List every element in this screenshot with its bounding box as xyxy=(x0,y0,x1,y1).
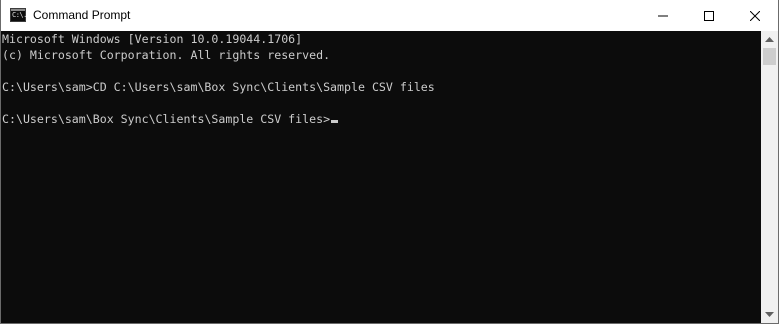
prompt-line[interactable]: C:\Users\sam\Box Sync\Clients\Sample CSV… xyxy=(2,111,339,127)
minimize-icon xyxy=(658,15,668,16)
cmd-icon-glyph: C:\. xyxy=(12,11,27,19)
maximize-button[interactable] xyxy=(686,0,732,31)
scroll-up-button[interactable] xyxy=(761,31,778,48)
console-output[interactable]: Microsoft Windows [Version 10.0.19044.17… xyxy=(1,31,761,323)
vertical-scrollbar[interactable] xyxy=(761,31,778,323)
minimize-button[interactable] xyxy=(640,0,686,31)
scroll-down-arrow-icon xyxy=(765,311,774,317)
title-bar[interactable]: C:\. Command Prompt xyxy=(1,0,778,31)
cmd-icon[interactable]: C:\. xyxy=(10,8,27,22)
maximize-icon xyxy=(704,10,714,21)
command-prompt-window: C:\. Command Prompt Microsoft Windows [V… xyxy=(0,0,779,324)
scroll-down-button[interactable] xyxy=(761,306,778,323)
prompt-text: C:\Users\sam\Box Sync\Clients\Sample CSV… xyxy=(2,112,331,126)
scroll-thumb[interactable] xyxy=(763,48,776,65)
console-line: (c) Microsoft Corporation. All rights re… xyxy=(2,48,331,62)
console-line: C:\Users\sam>CD C:\Users\sam\Box Sync\Cl… xyxy=(2,80,435,94)
text-cursor xyxy=(331,120,339,123)
close-icon xyxy=(750,10,760,21)
close-button[interactable] xyxy=(732,0,778,31)
scroll-up-arrow-icon xyxy=(765,36,774,42)
window-title: Command Prompt xyxy=(33,8,131,22)
console-line: Microsoft Windows [Version 10.0.19044.17… xyxy=(2,32,303,46)
